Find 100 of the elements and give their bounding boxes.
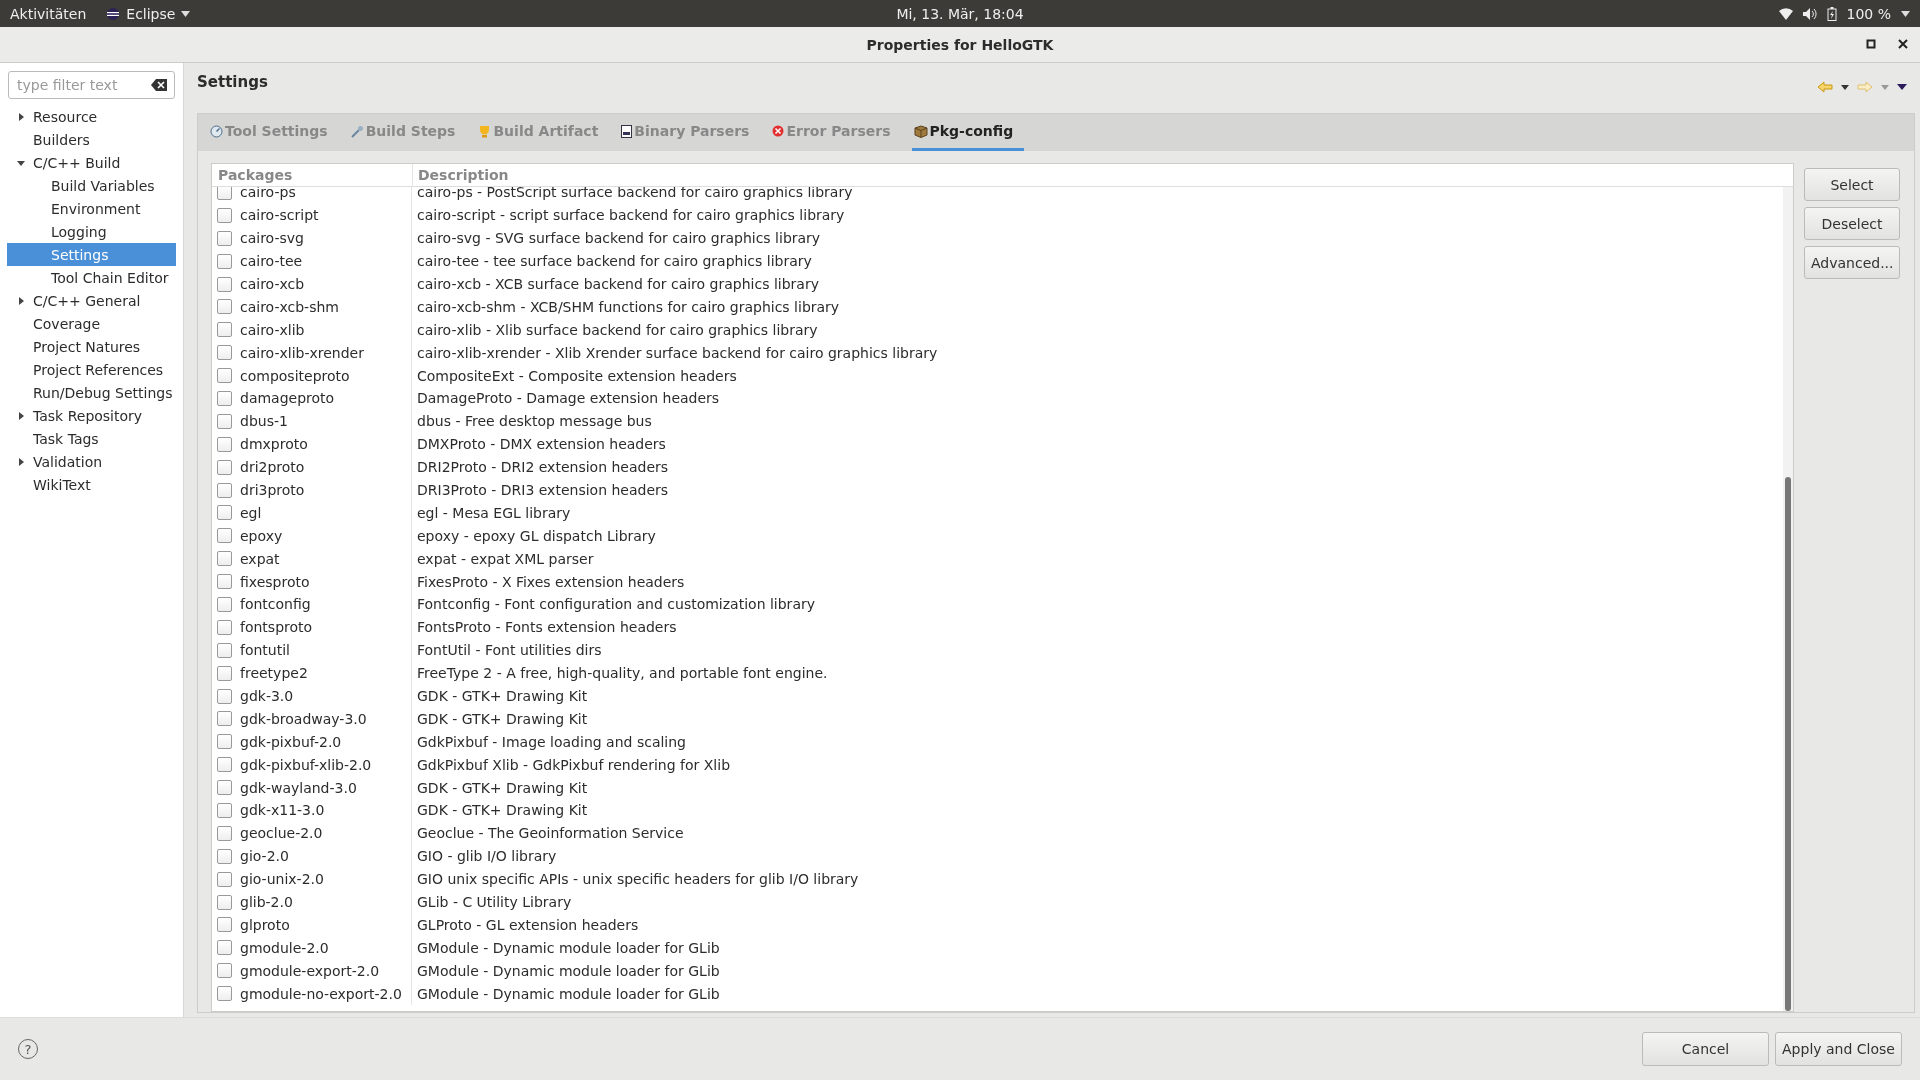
checkbox[interactable] xyxy=(217,345,232,361)
package-description: cairo-xlib-xrender - Xlib Xrender surface backend for cairo graphics library xyxy=(417,344,938,361)
checkbox[interactable] xyxy=(217,757,232,773)
tree-item[interactable]: Run/Debug Settings xyxy=(7,381,176,404)
dialog-button[interactable]: Cancel xyxy=(1642,1032,1769,1066)
tree-item[interactable]: Task Tags xyxy=(7,427,176,450)
tree-item[interactable]: Coverage xyxy=(7,312,176,335)
clock[interactable]: Mi, 13. Mär, 18:04 xyxy=(896,5,1024,22)
activities-button[interactable]: Aktivitäten xyxy=(10,5,87,22)
battery-icon[interactable] xyxy=(1826,6,1837,21)
package-description: GLProto - GL extension headers xyxy=(417,916,639,933)
action-button[interactable]: Deselect xyxy=(1804,207,1900,240)
package-description: GdkPixbuf - Image loading and scaling xyxy=(417,733,686,750)
checkbox[interactable] xyxy=(217,574,232,590)
action-button[interactable]: Advanced... xyxy=(1804,246,1900,279)
checkbox[interactable] xyxy=(217,596,232,612)
view-menu-icon[interactable] xyxy=(1897,84,1907,90)
package-description: cairo-tee - tee surface backend for cairo graphics library xyxy=(417,253,812,270)
package-description: FixesProto - X Fixes extension headers xyxy=(417,573,685,590)
checkbox[interactable] xyxy=(217,711,232,727)
checkbox[interactable] xyxy=(217,187,232,200)
checkbox[interactable] xyxy=(217,940,232,956)
package-name: gdk-wayland-3.0 xyxy=(240,779,357,796)
checkbox[interactable] xyxy=(217,619,232,635)
package-name: fixesproto xyxy=(240,573,310,590)
checkbox[interactable] xyxy=(217,734,232,750)
maximize-icon[interactable] xyxy=(1866,39,1876,49)
tree-item[interactable]: WikiText xyxy=(7,473,176,496)
tree-item[interactable]: Task Repository xyxy=(7,404,176,427)
battery-percent[interactable]: 100 % xyxy=(1846,5,1891,22)
close-icon[interactable] xyxy=(1898,39,1908,49)
package-name: gmodule-export-2.0 xyxy=(240,962,380,979)
filter-field[interactable]: type filter text xyxy=(8,71,175,99)
dialog-button[interactable]: Apply and Close xyxy=(1775,1032,1902,1066)
checkbox[interactable] xyxy=(217,825,232,841)
checkbox[interactable] xyxy=(217,780,232,796)
back-arrow-icon[interactable] xyxy=(1817,81,1833,93)
checkbox[interactable] xyxy=(217,917,232,933)
checkbox[interactable] xyxy=(217,390,232,406)
app-menu[interactable]: Eclipse xyxy=(106,5,191,22)
column-header[interactable]: Description xyxy=(413,164,1793,186)
package-description: DRI2Proto - DRI2 extension headers xyxy=(417,459,669,476)
checkbox[interactable] xyxy=(217,322,232,338)
tree-item[interactable]: Validation xyxy=(7,450,176,473)
checkbox[interactable] xyxy=(217,276,232,292)
checkbox[interactable] xyxy=(217,871,232,887)
package-name: freetype2 xyxy=(240,665,308,682)
tab[interactable]: Pkg-config xyxy=(911,114,1025,151)
checkbox[interactable] xyxy=(217,528,232,544)
tree-item[interactable]: Project Natures xyxy=(7,335,176,358)
package-name: dbus-1 xyxy=(240,413,288,430)
package-name: cairo-script xyxy=(240,207,319,224)
page-title: Settings xyxy=(197,73,268,91)
dropdown-caret-icon[interactable] xyxy=(1841,84,1849,90)
checkbox[interactable] xyxy=(217,230,232,246)
package-name: cairo-ps xyxy=(240,187,296,201)
checkbox[interactable] xyxy=(217,299,232,315)
scrollbar[interactable] xyxy=(1783,187,1793,1011)
package-name: egl xyxy=(240,504,262,521)
window-title: Properties for HelloGTK xyxy=(866,36,1054,53)
tree-item[interactable]: Build Variables xyxy=(7,174,176,197)
checkbox[interactable] xyxy=(217,368,232,384)
checkbox[interactable] xyxy=(217,665,232,681)
tree-item[interactable]: Tool Chain Editor xyxy=(7,266,176,289)
checkbox[interactable] xyxy=(217,894,232,910)
package-name: compositeproto xyxy=(240,367,350,384)
checkbox[interactable] xyxy=(217,986,232,1002)
volume-icon[interactable] xyxy=(1802,7,1817,20)
eclipse-icon xyxy=(106,6,121,21)
checkbox[interactable] xyxy=(217,688,232,704)
clear-icon[interactable] xyxy=(151,79,167,91)
checkbox[interactable] xyxy=(217,551,232,567)
package-name: cairo-tee xyxy=(240,253,303,270)
checkbox[interactable] xyxy=(217,963,232,979)
caret-icon[interactable] xyxy=(181,10,191,17)
tree-item[interactable]: C/C++ Build xyxy=(7,151,176,174)
tree-item[interactable]: Builders xyxy=(7,128,176,151)
checkbox[interactable] xyxy=(217,803,232,818)
checkbox[interactable] xyxy=(217,413,232,429)
action-button[interactable]: Select xyxy=(1804,168,1900,201)
tree-item[interactable]: Logging xyxy=(7,220,176,243)
caret-icon[interactable] xyxy=(1901,10,1910,17)
package-description: GdkPixbuf Xlib - GdkPixbuf rendering for Xlib xyxy=(417,756,731,773)
checkbox[interactable] xyxy=(217,459,232,475)
checkbox[interactable] xyxy=(217,848,232,864)
checkbox[interactable] xyxy=(217,482,232,498)
wifi-icon[interactable] xyxy=(1778,7,1793,20)
tree-item[interactable]: Project References xyxy=(7,358,176,381)
package-description: FontsProto - Fonts extension headers xyxy=(417,619,677,636)
package-description: GIO - glib I/O library xyxy=(417,848,557,865)
checkbox[interactable] xyxy=(217,207,232,223)
column-header[interactable]: Packages xyxy=(212,164,413,186)
checkbox[interactable] xyxy=(217,642,232,658)
checkbox[interactable] xyxy=(217,436,232,452)
tree-item[interactable]: Resource xyxy=(7,105,176,128)
checkbox[interactable] xyxy=(217,253,232,269)
tree-item[interactable]: Environment xyxy=(7,197,176,220)
package-description: cairo-xcb-shm - XCB/SHM functions for cairo graphics library xyxy=(417,298,840,315)
tree-item[interactable]: C/C++ General xyxy=(7,289,176,312)
checkbox[interactable] xyxy=(217,505,232,521)
